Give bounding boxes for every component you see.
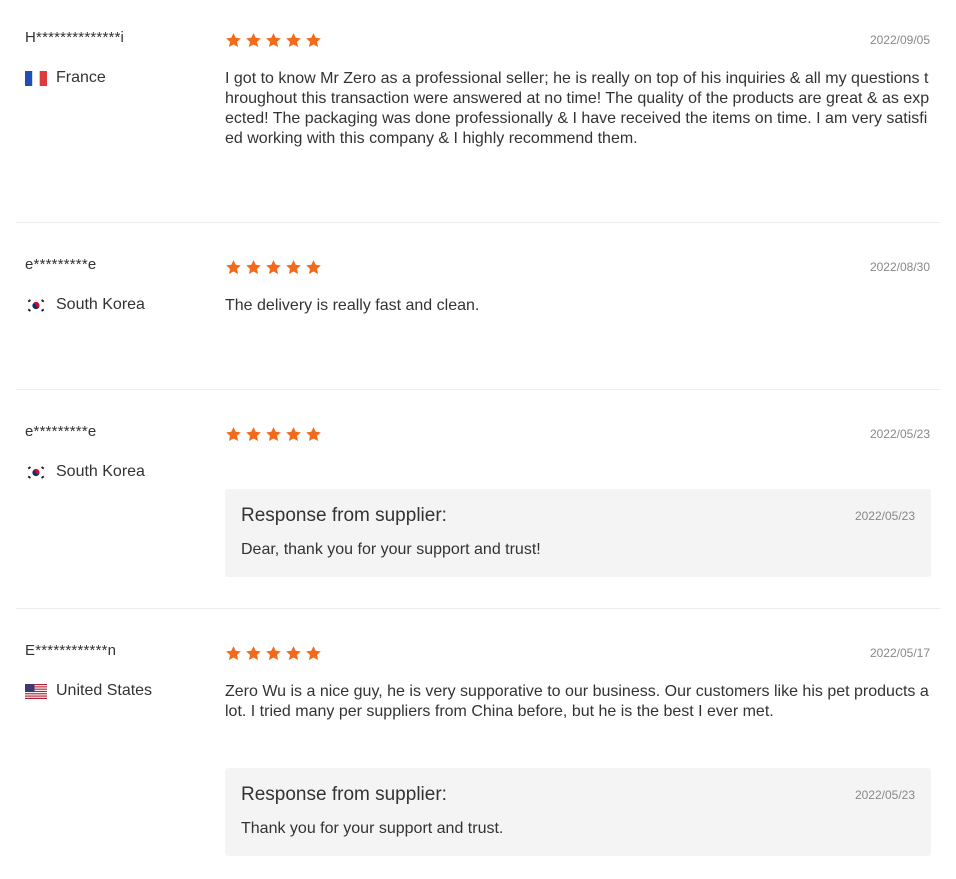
reviewer-name: H**************i [25, 29, 125, 46]
star-icon [286, 33, 301, 47]
country-label: South Korea [56, 463, 145, 480]
star-icon [246, 260, 261, 274]
country-label: United States [56, 682, 153, 699]
reviewer-country: South Korea [25, 296, 145, 314]
review-item: e*********e South Korea 2022/08/30 The d… [16, 223, 940, 389]
response-text: Thank you for your support and trust. [241, 820, 504, 837]
review-date: 2022/05/23 [869, 427, 930, 441]
france-flag-icon [25, 70, 47, 86]
star-icon [306, 427, 321, 441]
star-icon [266, 33, 281, 47]
star-icon [266, 260, 281, 274]
star-icon [306, 33, 321, 47]
star-rating [225, 426, 322, 443]
reviewer-name: e*********e [25, 256, 97, 273]
star-icon [226, 427, 241, 441]
review-text: Zero Wu is a nice guy, he is very suppor… [225, 683, 929, 720]
united-states-flag-icon [25, 683, 47, 699]
star-icon [286, 427, 301, 441]
reviewer-country: South Korea [25, 463, 145, 481]
country-label: France [56, 69, 106, 86]
country-label: South Korea [56, 296, 145, 313]
reviewer-name: e*********e [25, 423, 97, 440]
star-icon [266, 646, 281, 660]
south-korea-flag-icon [25, 464, 47, 480]
review-item: E************n United States 2022/05/17 … [16, 609, 940, 879]
supplier-response: Response from supplier: 2022/05/23 Thank… [225, 768, 931, 856]
response-date: 2022/05/23 [854, 509, 915, 523]
star-icon [226, 646, 241, 660]
star-icon [306, 646, 321, 660]
star-icon [306, 260, 321, 274]
reviewer-country: United States [25, 682, 152, 700]
star-icon [286, 260, 301, 274]
response-title: Response from supplier: [241, 784, 447, 805]
response-date: 2022/05/23 [854, 788, 915, 802]
review-date: 2022/09/05 [869, 33, 930, 47]
star-icon [286, 646, 301, 660]
review-text: I got to know Mr Zero as a professional … [225, 70, 930, 147]
supplier-response: Response from supplier: 2022/05/23 Dear,… [225, 489, 931, 577]
star-icon [226, 33, 241, 47]
south-korea-flag-icon [25, 297, 47, 313]
star-rating [225, 259, 322, 276]
response-text: Dear, thank you for your support and tru… [241, 541, 541, 558]
star-rating [225, 645, 322, 662]
reviewer-name: E************n [25, 642, 117, 659]
review-date: 2022/08/30 [869, 260, 930, 274]
star-icon [246, 427, 261, 441]
star-icon [266, 427, 281, 441]
review-date: 2022/05/17 [869, 646, 930, 660]
star-icon [226, 260, 241, 274]
review-item: H**************i France 2022/09/05 I got… [16, 0, 940, 222]
reviewer-country: France [25, 69, 106, 87]
star-rating [225, 32, 322, 49]
star-icon [246, 33, 261, 47]
review-item: e*********e South Korea 2022/05/23 Respo… [16, 390, 940, 608]
response-title: Response from supplier: [241, 505, 447, 526]
star-icon [246, 646, 261, 660]
review-text: The delivery is really fast and clean. [225, 297, 480, 314]
